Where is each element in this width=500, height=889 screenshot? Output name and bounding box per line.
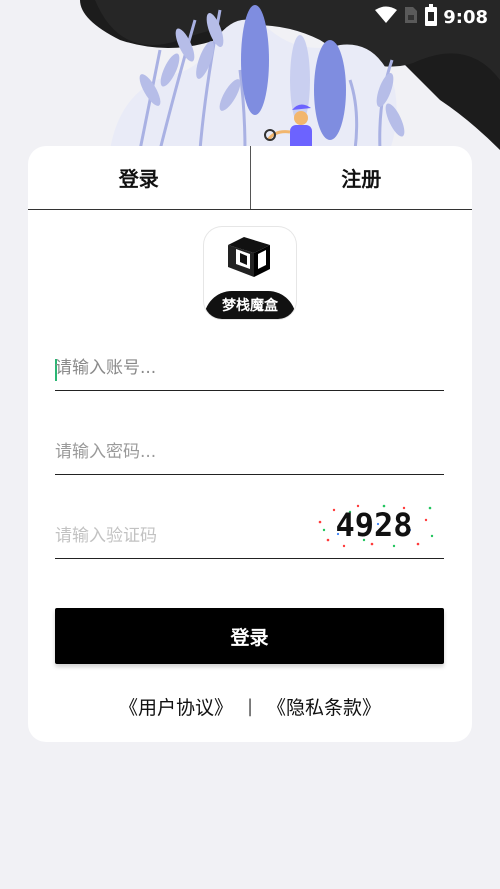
agreement-links: 《用户协议》 | 《隐私条款》	[28, 686, 472, 726]
username-input[interactable]	[55, 346, 295, 390]
tab-login[interactable]: 登录	[28, 146, 250, 209]
sim-card-icon	[403, 5, 419, 29]
login-card: 登录 注册 梦栈魔盒 请输入账号... 请输入验证码 4928 登录 《用户协议…	[28, 146, 472, 742]
status-icons: 9:08	[375, 4, 488, 30]
captcha-field-container: 4928	[55, 504, 444, 559]
auth-tabs: 登录 注册	[28, 146, 472, 210]
password-input[interactable]	[55, 430, 295, 474]
privacy-policy-link[interactable]: 《隐私条款》	[267, 693, 381, 720]
app-logo: 梦栈魔盒	[204, 227, 296, 319]
logo-label: 梦栈魔盒	[204, 291, 296, 319]
battery-icon	[425, 4, 438, 30]
box-logo-icon	[228, 237, 270, 277]
wifi-icon	[375, 6, 398, 28]
captcha-input[interactable]	[55, 514, 295, 558]
login-button[interactable]: 登录	[55, 608, 444, 664]
user-agreement-link[interactable]: 《用户协议》	[119, 693, 233, 720]
tab-register[interactable]: 注册	[249, 146, 473, 209]
captcha-image[interactable]: 4928	[314, 500, 436, 550]
link-separator: |	[246, 695, 254, 717]
captcha-code: 4928	[335, 506, 412, 544]
password-field-container	[55, 430, 444, 475]
username-field-container	[55, 346, 444, 391]
status-time: 9:08	[443, 6, 488, 28]
